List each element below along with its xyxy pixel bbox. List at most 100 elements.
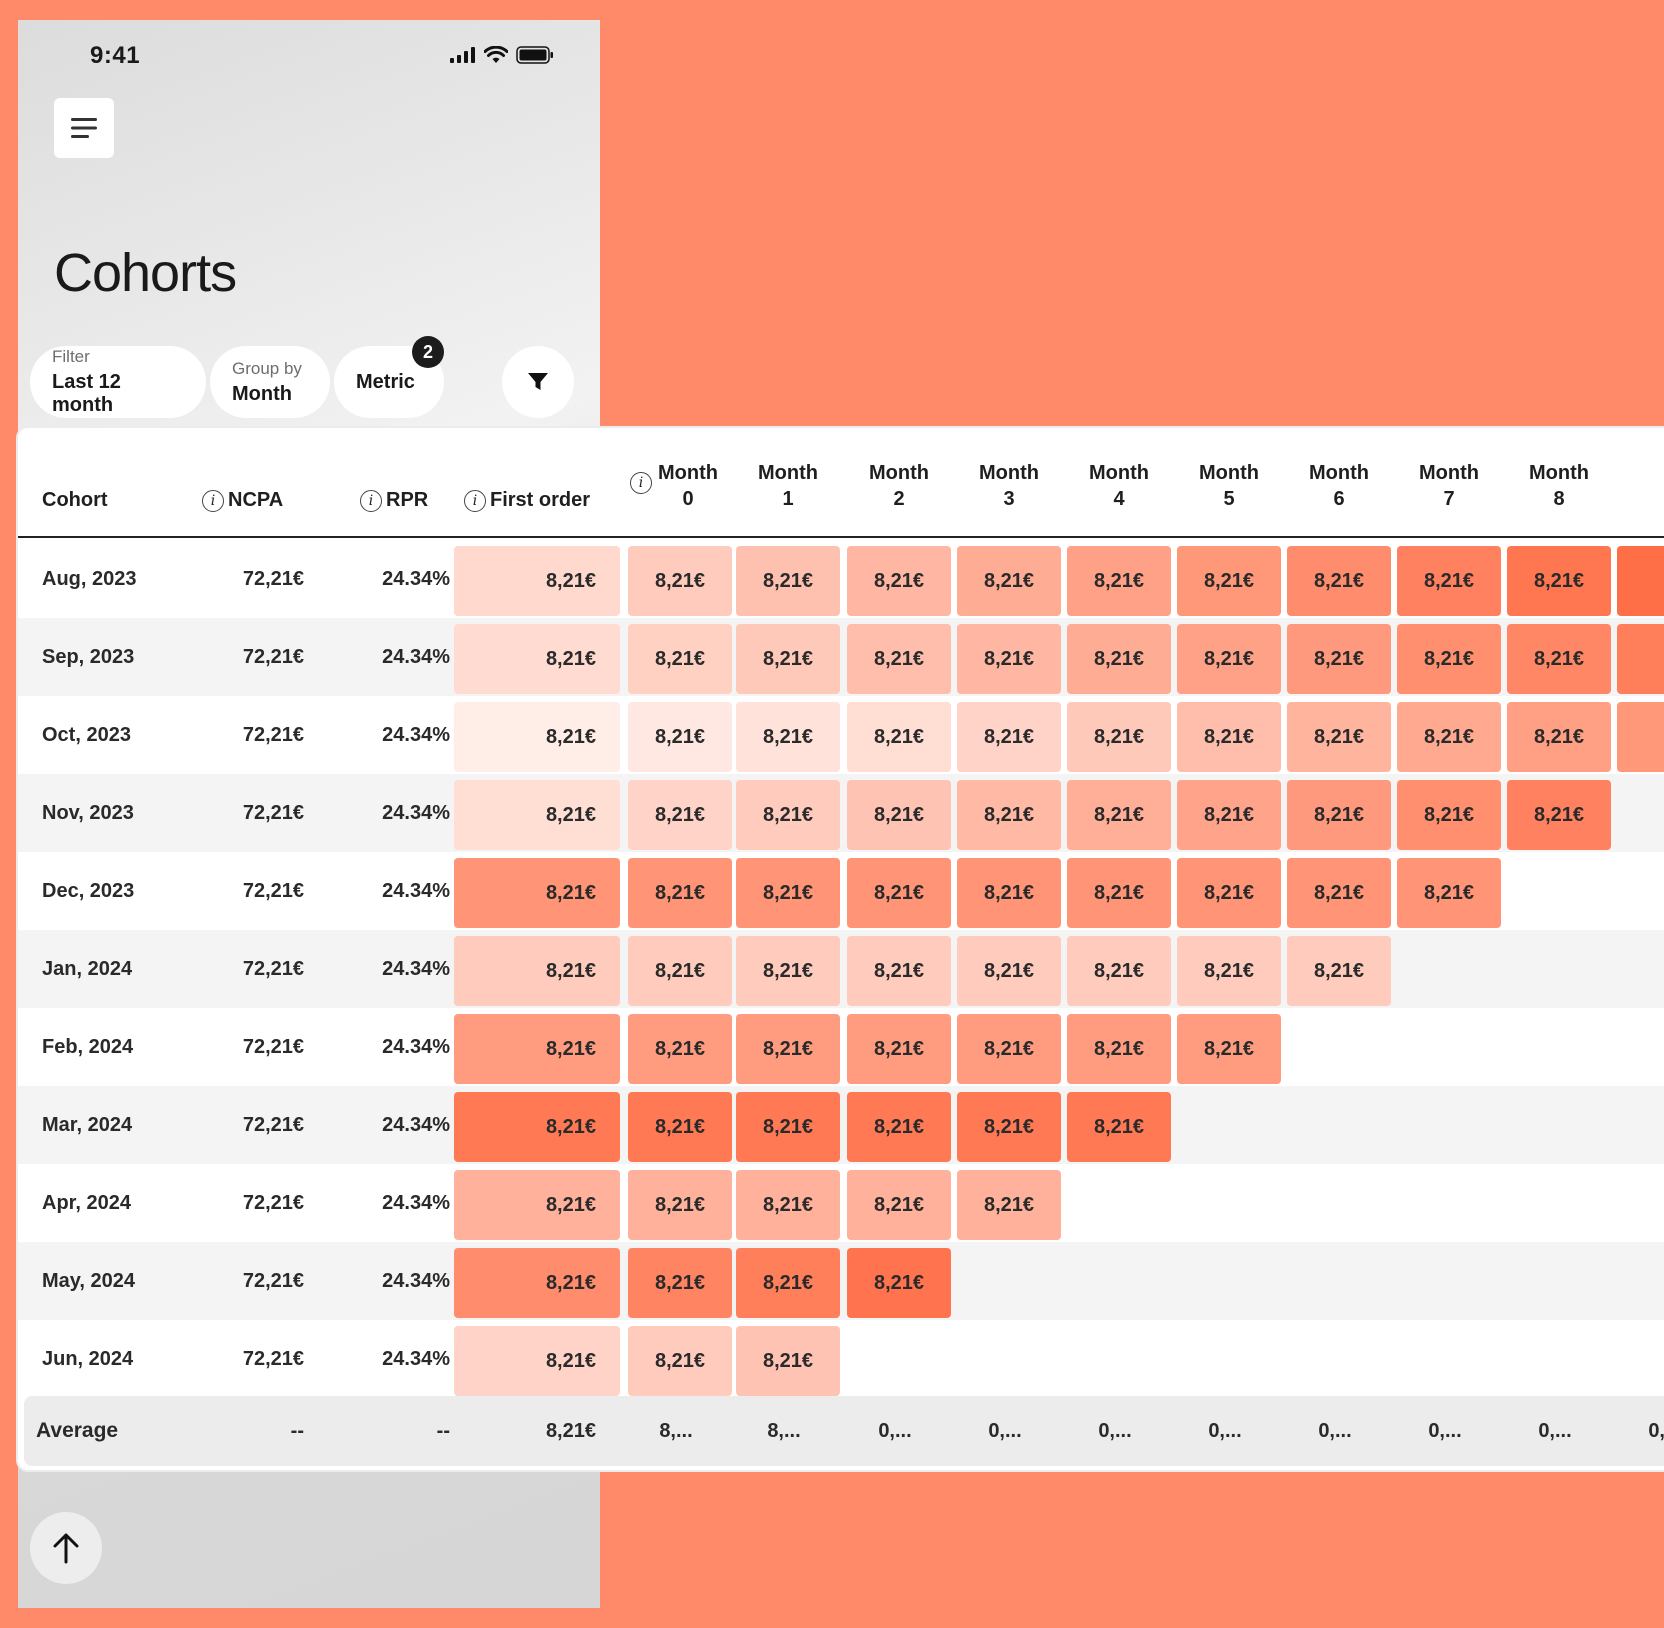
info-icon[interactable]: i (464, 490, 486, 512)
first-order-cell[interactable]: 8,21€ (454, 546, 620, 616)
month-value-cell[interactable]: 8,21€ (628, 858, 732, 928)
month-value-cell[interactable]: 8,21€ (847, 1248, 951, 1318)
month-value-cell[interactable]: 8,21€ (628, 780, 732, 850)
info-icon[interactable]: i (360, 490, 382, 512)
month-value-cell[interactable]: 8,21€ (736, 1170, 840, 1240)
month-value-cell[interactable]: 8,21€ (1067, 702, 1171, 772)
month-value-cell[interactable]: 8,21€ (736, 780, 840, 850)
month-value-cell[interactable]: 8,21€ (1177, 858, 1281, 928)
month-value-cell[interactable]: 8,21€ (1287, 780, 1391, 850)
month-value-cell[interactable]: 8,21€ (628, 1170, 732, 1240)
month-value-cell[interactable]: 8,21€ (736, 1326, 840, 1396)
month-value-cell[interactable]: 8,21€ (1287, 624, 1391, 694)
month-value-cell[interactable]: 8,21€ (1507, 702, 1611, 772)
first-order-cell[interactable]: 8,21€ (454, 1092, 620, 1162)
table-row[interactable]: Nov, 2023 72,21€ 24.34% 8,21€ 8,21€ 8,21€ 8,21… (18, 774, 1664, 852)
month-value-cell[interactable]: 8,21€ (1177, 702, 1281, 772)
month-value-cell[interactable]: 8,21€ (847, 624, 951, 694)
month-value-cell[interactable]: 8,21€ (957, 624, 1061, 694)
filter-chip[interactable]: Filter Last 12 month (30, 346, 206, 418)
month-value-cell[interactable]: 8,21€ (957, 780, 1061, 850)
info-icon[interactable]: i (202, 490, 224, 512)
month-value-cell[interactable]: 8,21€ (628, 936, 732, 1006)
first-order-cell[interactable]: 8,21€ (454, 780, 620, 850)
month-value-cell[interactable]: 8,21€ (1507, 780, 1611, 850)
month-value-cell[interactable]: 8,21€ (957, 1014, 1061, 1084)
first-order-cell[interactable]: 8,21€ (454, 1326, 620, 1396)
month-value-cell[interactable]: 8,21€ (1067, 1092, 1171, 1162)
table-row[interactable]: Oct, 2023 72,21€ 24.34% 8,21€ 8,21€ 8,21€ 8,21… (18, 696, 1664, 774)
month-value-cell[interactable]: 8,21€ (1067, 780, 1171, 850)
month-value-cell[interactable]: 8,21€ (957, 1170, 1061, 1240)
month-value-cell[interactable]: 8,21€ (1397, 546, 1501, 616)
month-value-cell[interactable]: 8,21€ (1067, 1014, 1171, 1084)
month-value-cell[interactable]: 8,21€ (1397, 858, 1501, 928)
month-value-cell[interactable]: 8,21€ (847, 546, 951, 616)
month-value-cell[interactable]: 8,21€ (957, 858, 1061, 928)
first-order-cell[interactable]: 8,21€ (454, 858, 620, 928)
first-order-cell[interactable]: 8,21€ (454, 624, 620, 694)
month-value-cell-clipped[interactable] (1617, 702, 1664, 772)
month-value-cell[interactable]: 8,21€ (736, 1092, 840, 1162)
month-value-cell[interactable]: 8,21€ (628, 1248, 732, 1318)
month-value-cell[interactable]: 8,21€ (1287, 702, 1391, 772)
month-value-cell[interactable]: 8,21€ (1397, 702, 1501, 772)
month-value-cell[interactable]: 8,21€ (847, 1170, 951, 1240)
month-value-cell[interactable]: 8,21€ (628, 1092, 732, 1162)
month-value-cell[interactable]: 8,21€ (1177, 546, 1281, 616)
month-value-cell[interactable]: 8,21€ (628, 702, 732, 772)
table-row[interactable]: Aug, 2023 72,21€ 24.34% 8,21€ 8,21€ 8,21€ 8,21… (18, 540, 1664, 618)
month-value-cell[interactable]: 8,21€ (1067, 858, 1171, 928)
table-row[interactable]: Dec, 2023 72,21€ 24.34% 8,21€ 8,21€ 8,21€ 8,21… (18, 852, 1664, 930)
table-row[interactable]: Sep, 2023 72,21€ 24.34% 8,21€ 8,21€ 8,21€ 8,21… (18, 618, 1664, 696)
month-value-cell[interactable]: 8,21€ (736, 936, 840, 1006)
month-value-cell-clipped[interactable] (1617, 624, 1664, 694)
table-row[interactable]: May, 2024 72,21€ 24.34% 8,21€ 8,21€ 8,21€ 8,21… (18, 1242, 1664, 1320)
month-value-cell[interactable]: 8,21€ (1287, 858, 1391, 928)
month-value-cell[interactable]: 8,21€ (957, 1092, 1061, 1162)
month-value-cell[interactable]: 8,21€ (957, 546, 1061, 616)
month-value-cell-clipped[interactable] (1617, 546, 1664, 616)
month-value-cell[interactable]: 8,21€ (1177, 936, 1281, 1006)
month-value-cell[interactable]: 8,21€ (736, 624, 840, 694)
month-value-cell[interactable]: 8,21€ (1507, 546, 1611, 616)
month-value-cell[interactable]: 8,21€ (847, 702, 951, 772)
month-value-cell[interactable]: 8,21€ (957, 936, 1061, 1006)
table-row[interactable]: Jun, 2024 72,21€ 24.34% 8,21€ 8,21€ 8,21€ (18, 1320, 1664, 1398)
month-value-cell[interactable]: 8,21€ (736, 1014, 840, 1084)
month-value-cell[interactable]: 8,21€ (736, 546, 840, 616)
month-value-cell[interactable]: 8,21€ (847, 858, 951, 928)
month-value-cell[interactable]: 8,21€ (1397, 780, 1501, 850)
month-value-cell[interactable]: 8,21€ (1177, 624, 1281, 694)
first-order-cell[interactable]: 8,21€ (454, 1248, 620, 1318)
month-value-cell[interactable]: 8,21€ (628, 624, 732, 694)
month-value-cell[interactable]: 8,21€ (628, 1326, 732, 1396)
month-value-cell[interactable]: 8,21€ (957, 702, 1061, 772)
first-order-cell[interactable]: 8,21€ (454, 1170, 620, 1240)
month-value-cell[interactable]: 8,21€ (847, 936, 951, 1006)
month-value-cell[interactable]: 8,21€ (736, 858, 840, 928)
month-value-cell[interactable]: 8,21€ (628, 546, 732, 616)
month-value-cell[interactable]: 8,21€ (736, 1248, 840, 1318)
month-value-cell[interactable]: 8,21€ (847, 1092, 951, 1162)
table-row[interactable]: Feb, 2024 72,21€ 24.34% 8,21€ 8,21€ 8,21€ 8,21… (18, 1008, 1664, 1086)
month-value-cell[interactable]: 8,21€ (1287, 546, 1391, 616)
month-value-cell[interactable]: 8,21€ (1067, 936, 1171, 1006)
month-value-cell[interactable]: 8,21€ (628, 1014, 732, 1084)
month-value-cell[interactable]: 8,21€ (1397, 624, 1501, 694)
month-value-cell[interactable]: 8,21€ (847, 780, 951, 850)
month-value-cell[interactable]: 8,21€ (1177, 1014, 1281, 1084)
menu-button[interactable] (54, 98, 114, 158)
month-value-cell[interactable]: 8,21€ (1067, 546, 1171, 616)
filter-button[interactable] (502, 346, 574, 418)
month-value-cell[interactable]: 8,21€ (847, 1014, 951, 1084)
month-value-cell[interactable]: 8,21€ (1067, 624, 1171, 694)
scroll-to-top-button[interactable] (30, 1512, 102, 1584)
table-row[interactable]: Apr, 2024 72,21€ 24.34% 8,21€ 8,21€ 8,21€ 8,21… (18, 1164, 1664, 1242)
first-order-cell[interactable]: 8,21€ (454, 702, 620, 772)
first-order-cell[interactable]: 8,21€ (454, 1014, 620, 1084)
first-order-cell[interactable]: 8,21€ (454, 936, 620, 1006)
month-value-cell[interactable]: 8,21€ (1507, 624, 1611, 694)
group-by-chip[interactable]: Group by Month (210, 346, 330, 418)
table-row[interactable]: Mar, 2024 72,21€ 24.34% 8,21€ 8,21€ 8,21€ 8,21… (18, 1086, 1664, 1164)
